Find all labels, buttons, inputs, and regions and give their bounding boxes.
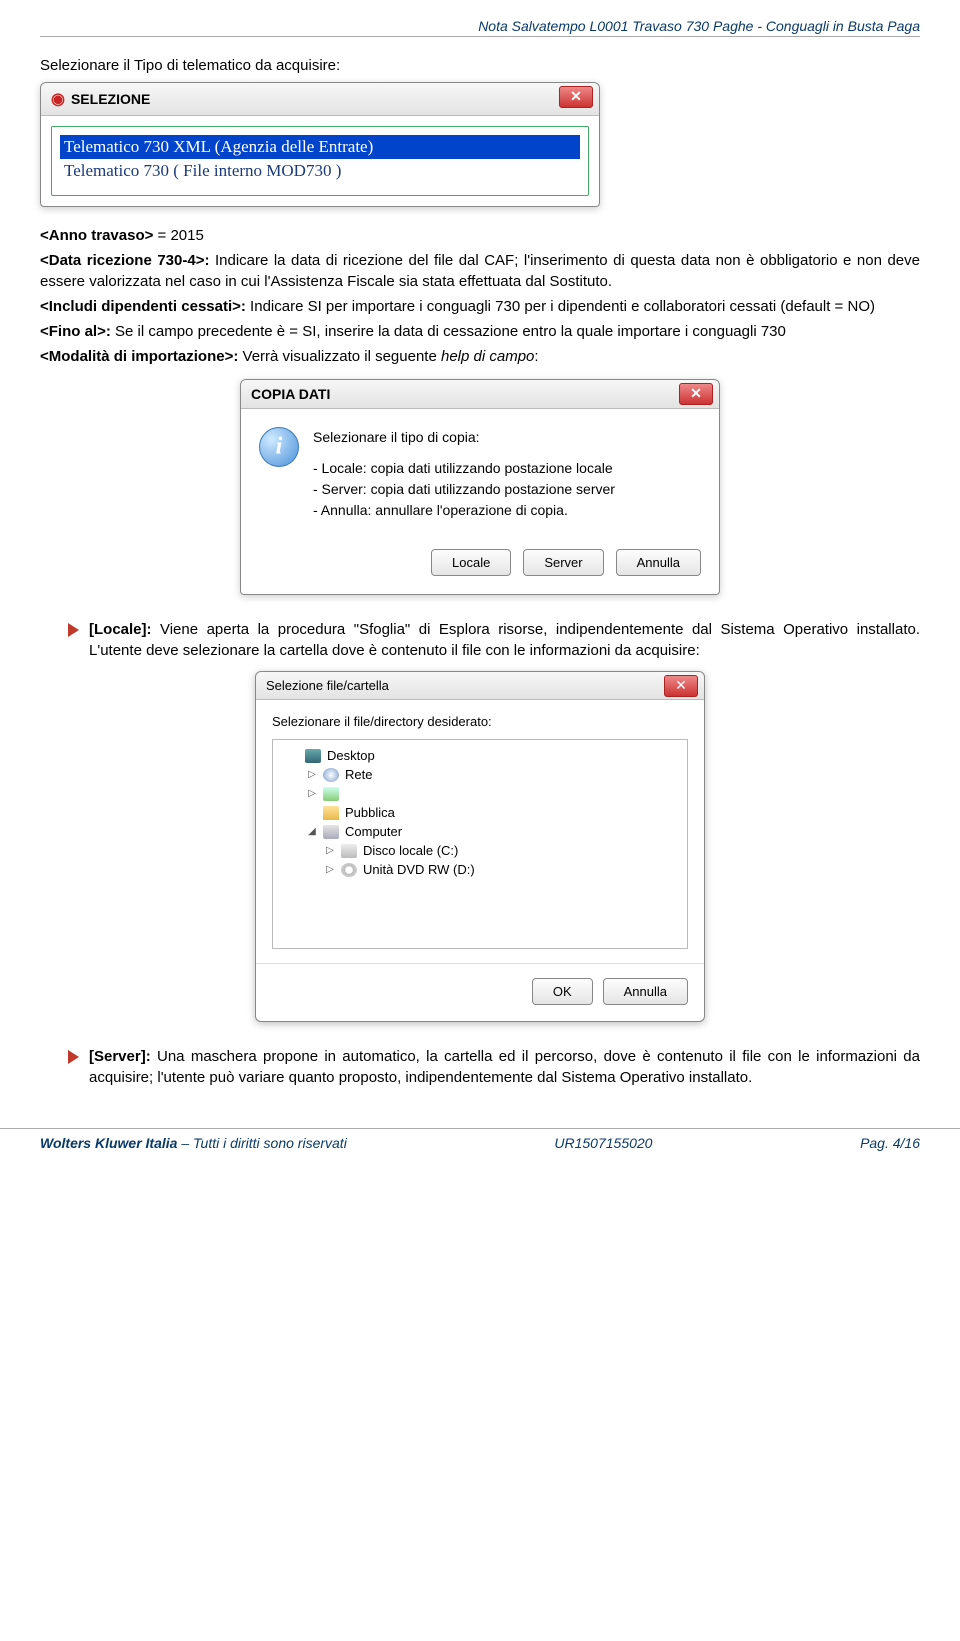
close-icon[interactable]: ✕ xyxy=(559,86,593,108)
document-header: Nota Salvatempo L0001 Travaso 730 Paghe … xyxy=(40,18,920,37)
collapse-icon[interactable]: ◢ xyxy=(307,826,317,837)
bullet-server: [Server]: Una maschera propone in automa… xyxy=(68,1046,920,1088)
copia-line-annulla: - Annulla: annullare l'operazione di cop… xyxy=(313,500,615,521)
footer-page: Pag. 4/16 xyxy=(860,1135,920,1151)
tree-computer-label: Computer xyxy=(345,824,402,839)
file-dialog-label: Selezionare il file/directory desiderato… xyxy=(272,714,688,729)
expand-icon[interactable]: ▷ xyxy=(307,769,317,780)
tree-rete-label: Rete xyxy=(345,767,372,782)
bullet-locale-lead: [Locale]: xyxy=(89,621,152,638)
selection-icon: ◉ xyxy=(51,91,65,108)
selezione-dialog: ◉ SELEZIONE ✕ Telematico 730 XML (Agenzia… xyxy=(40,82,600,207)
selezione-title: SELEZIONE xyxy=(71,91,150,107)
tree-pubblica[interactable]: Pubblica xyxy=(279,803,681,822)
expand-icon[interactable]: ▷ xyxy=(325,864,335,875)
network-icon xyxy=(323,768,339,782)
tree-dvd-label: Unità DVD RW (D:) xyxy=(363,862,475,877)
info-icon xyxy=(259,427,299,467)
tree-desktop[interactable]: Desktop xyxy=(279,746,681,765)
server-button[interactable]: Server xyxy=(523,549,603,576)
expand-icon[interactable]: ▷ xyxy=(307,788,317,799)
footer-company: Wolters Kluwer Italia xyxy=(40,1135,177,1151)
disk-icon xyxy=(341,844,357,858)
tree-disk-label: Disco locale (C:) xyxy=(363,843,458,858)
param-modalita-tail: : xyxy=(534,348,538,365)
copia-title-bar: COPIA DATI ✕ xyxy=(241,380,719,409)
tree-recycle[interactable]: ▷ xyxy=(279,784,681,803)
tree-rete[interactable]: ▷ Rete xyxy=(279,765,681,784)
tree-disk-c[interactable]: ▷ Disco locale (C:) xyxy=(279,841,681,860)
selezione-title-bar: ◉ SELEZIONE ✕ xyxy=(41,83,599,116)
locale-button[interactable]: Locale xyxy=(431,549,511,576)
param-includi-label: <Includi dipendenti cessati>: xyxy=(40,298,246,315)
bullet-locale-body: Viene aperta la procedura "Sfoglia" di E… xyxy=(89,621,920,659)
computer-icon xyxy=(323,825,339,839)
desktop-icon xyxy=(305,749,321,763)
bullet-server-lead: [Server]: xyxy=(89,1048,151,1065)
folder-icon xyxy=(323,806,339,820)
file-dialog-titlebar: Selezione file/cartella ✕ xyxy=(256,672,704,700)
copia-line-locale: - Locale: copia dati utilizzando postazi… xyxy=(313,458,615,479)
expand-icon[interactable]: ▷ xyxy=(325,845,335,856)
param-dataric-label: <Data ricezione 730-4>: xyxy=(40,252,209,269)
tree-dvd-d[interactable]: ▷ Unità DVD RW (D:) xyxy=(279,860,681,879)
param-modalita-label: <Modalità di importazione>: xyxy=(40,348,238,365)
param-includi-body: Indicare SI per importare i conguagli 73… xyxy=(246,298,875,315)
annulla-button[interactable]: Annulla xyxy=(603,978,688,1005)
recycle-icon xyxy=(323,787,339,801)
bullet-locale: [Locale]: Viene aperta la procedura "Sfo… xyxy=(68,619,920,661)
copia-heading: Selezionare il tipo di copia: xyxy=(313,427,615,448)
copia-title: COPIA DATI xyxy=(251,386,330,402)
telematico-option-xml[interactable]: Telematico 730 XML (Agenzia delle Entrat… xyxy=(60,135,580,159)
param-anno-body: = 2015 xyxy=(153,227,203,244)
intro-text: Selezionare il Tipo di telematico da acq… xyxy=(40,55,920,76)
copia-line-server: - Server: copia dati utilizzando postazi… xyxy=(313,479,615,500)
tree-desktop-label: Desktop xyxy=(327,748,375,763)
tree-blank-label xyxy=(345,786,349,801)
bullet-server-body: Una maschera propone in automatico, la c… xyxy=(89,1048,920,1086)
file-selection-dialog: Selezione file/cartella ✕ Selezionare il… xyxy=(255,671,705,1022)
page-footer: Wolters Kluwer Italia – Tutti i diritti … xyxy=(0,1128,960,1171)
parameters-block: <Anno travaso> = 2015 <Data ricezione 73… xyxy=(40,225,920,367)
param-modalita-ital: help di campo xyxy=(441,348,534,365)
folder-tree[interactable]: Desktop ▷ Rete ▷ Pubblica ◢ Computer ▷ Disc… xyxy=(272,739,688,949)
close-icon[interactable]: ✕ xyxy=(679,383,713,405)
param-finoal-label: <Fino al>: xyxy=(40,323,111,340)
param-anno-label: <Anno travaso> xyxy=(40,227,153,244)
file-dialog-title: Selezione file/cartella xyxy=(266,678,389,693)
arrow-icon xyxy=(68,1050,79,1064)
footer-rights: – Tutti i diritti sono riservati xyxy=(177,1135,346,1151)
selezione-listbox[interactable]: Telematico 730 XML (Agenzia delle Entrat… xyxy=(51,126,589,196)
param-finoal-body: Se il campo precedente è = SI, inserire … xyxy=(111,323,786,340)
close-icon[interactable]: ✕ xyxy=(664,675,698,697)
tree-computer[interactable]: ◢ Computer xyxy=(279,822,681,841)
copia-dati-dialog: COPIA DATI ✕ Selezionare il tipo di copi… xyxy=(240,379,720,595)
arrow-icon xyxy=(68,623,79,637)
telematico-option-mod730[interactable]: Telematico 730 ( File interno MOD730 ) xyxy=(60,159,580,183)
tree-pubblica-label: Pubblica xyxy=(345,805,395,820)
annulla-button[interactable]: Annulla xyxy=(616,549,701,576)
ok-button[interactable]: OK xyxy=(532,978,593,1005)
footer-code: UR1507155020 xyxy=(554,1135,652,1151)
copia-body-text: Selezionare il tipo di copia: - Locale: … xyxy=(313,427,615,521)
param-modalita-lead: Verrà visualizzato il seguente xyxy=(238,348,441,365)
dvd-icon xyxy=(341,863,357,877)
